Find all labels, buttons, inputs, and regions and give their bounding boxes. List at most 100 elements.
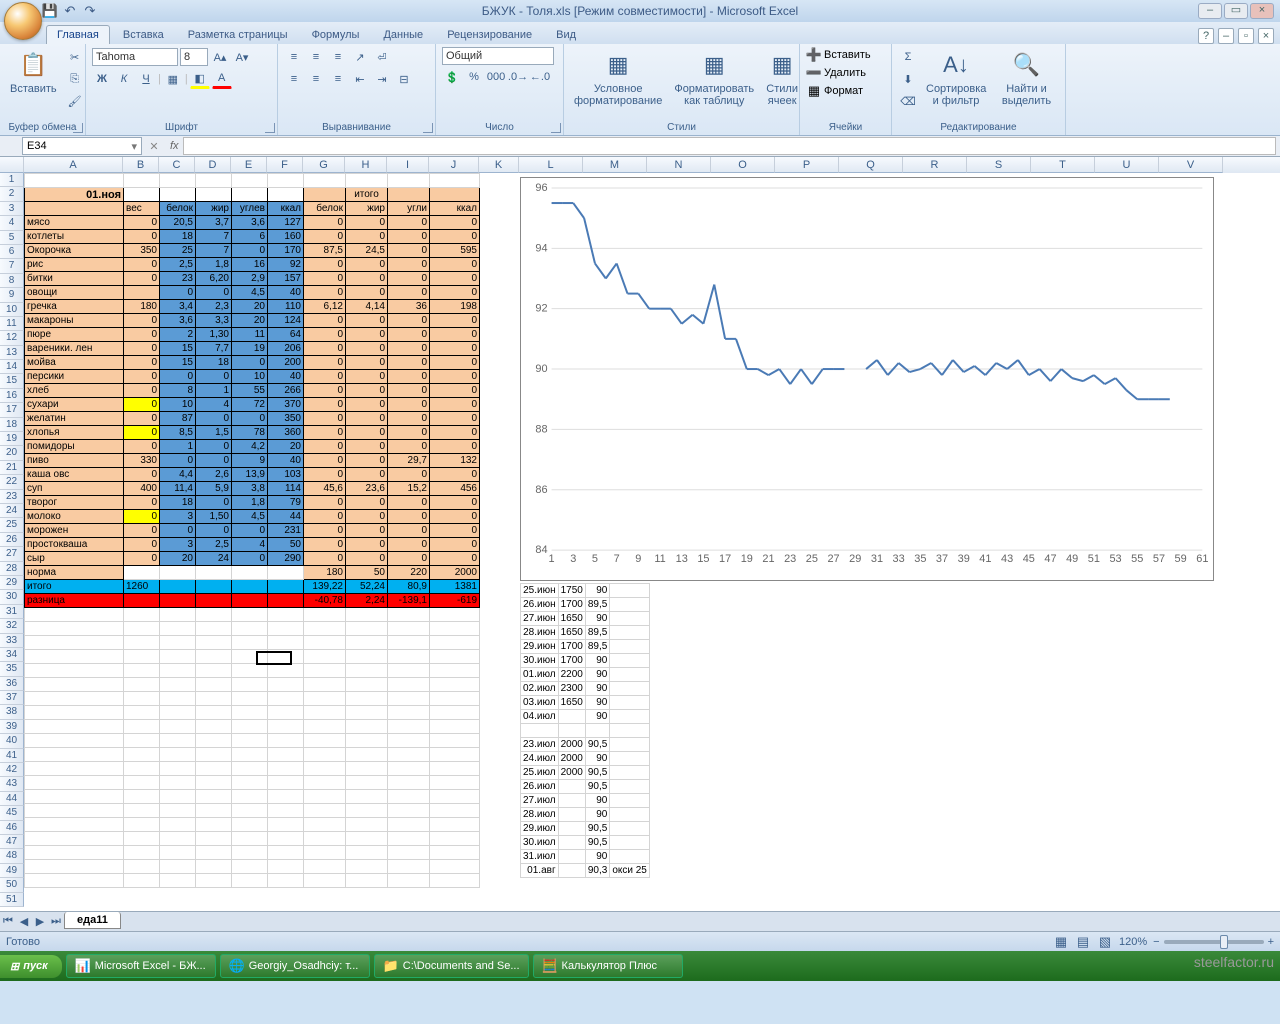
dialog-launcher-icon[interactable] [265,123,275,133]
percent-icon[interactable]: % [464,67,484,87]
sheet-tab[interactable]: еда11 [64,912,121,929]
dialog-launcher-icon[interactable] [423,123,433,133]
fx-icon[interactable]: fx [166,140,183,152]
tab-view[interactable]: Вид [545,25,587,44]
increase-indent-icon[interactable]: ⇥ [372,69,392,89]
svg-text:23: 23 [784,553,796,565]
maximize-button[interactable]: ▭ [1224,3,1248,19]
ribbon-minimize-button[interactable]: – [1218,28,1234,44]
side-table[interactable]: 25.июн17509026.июн170089,527.июн16509028… [520,583,650,878]
prev-sheet-icon[interactable]: ◀ [16,915,32,928]
comma-icon[interactable]: 000 [486,67,506,87]
start-button[interactable]: ⊞пуск [0,955,62,978]
title-bar: 💾 ↶ ↷ БЖУК - Толя.xls [Режим совместимос… [0,0,1280,22]
cancel-icon[interactable]: ✕ [142,140,166,153]
undo-icon[interactable]: ↶ [62,3,78,19]
merge-center-icon[interactable]: ⊟ [394,69,414,89]
find-select-button[interactable]: 🔍Найти и выделить [994,47,1059,109]
svg-text:31: 31 [871,553,883,565]
svg-text:13: 13 [676,553,688,565]
delete-cells-button[interactable]: ➖Удалить [806,65,866,81]
ribbon-close-button[interactable]: × [1258,28,1274,44]
first-sheet-icon[interactable]: ⏮ [0,915,16,928]
delete-icon: ➖ [806,65,822,81]
cell-styles-button[interactable]: ▦Стили ячеек [762,47,802,109]
tab-layout[interactable]: Разметка страницы [177,25,299,44]
name-box[interactable]: E34▾ [22,137,142,155]
clear-icon[interactable]: ⌫ [898,91,918,111]
font-color-icon[interactable]: A [212,69,232,89]
insert-cells-button[interactable]: ➕Вставить [806,47,871,63]
embedded-chart[interactable]: 8486889092949613579111315171921232527293… [520,177,1214,581]
dialog-launcher-icon[interactable] [73,123,83,133]
sort-filter-button[interactable]: A↓Сортировка и фильтр [922,47,990,109]
view-normal-icon[interactable]: ▦ [1053,934,1069,950]
taskbar-item[interactable]: 🧮Калькулятор Плюс [533,954,683,978]
taskbar-item[interactable]: 📁C:\Documents and Se... [374,954,529,978]
tab-review[interactable]: Рецензирование [436,25,543,44]
underline-button[interactable]: Ч [136,69,156,89]
fill-color-icon[interactable]: ◧ [190,69,210,89]
cut-icon[interactable]: ✂ [65,47,85,67]
decrease-indent-icon[interactable]: ⇤ [350,69,370,89]
align-right-icon[interactable]: ≡ [328,69,348,89]
worksheet[interactable]: ABCDEFGHIJKLMNOPQRSTUV 12345678910111213… [0,157,1280,911]
autosum-icon[interactable]: Σ [898,47,918,67]
next-sheet-icon[interactable]: ▶ [32,915,48,928]
align-center-icon[interactable]: ≡ [306,69,326,89]
minimize-button[interactable]: – [1198,3,1222,19]
conditional-formatting-button[interactable]: ▦Условное форматирование [570,47,666,109]
increase-font-icon[interactable]: A▴ [210,47,230,67]
ribbon-restore-button[interactable]: ▫ [1238,28,1254,44]
paste-button[interactable]: 📋 Вставить [6,47,61,97]
svg-text:45: 45 [1023,553,1035,565]
taskbar-item[interactable]: 🌐Georgiy_Osadhciy: т... [220,954,370,978]
format-cells-button[interactable]: ▦Формат [806,83,863,99]
decrease-decimal-icon[interactable]: ←.0 [530,67,550,87]
view-pagebreak-icon[interactable]: ▧ [1097,934,1113,950]
zoom-slider[interactable]: −+ [1153,936,1274,948]
decrease-font-icon[interactable]: A▾ [232,47,252,67]
chrome-icon: 🌐 [229,958,245,974]
last-sheet-icon[interactable]: ⏭ [48,915,64,928]
close-button[interactable]: × [1250,3,1274,19]
taskbar-item[interactable]: 📊Microsoft Excel - БЖ... [66,954,216,978]
align-left-icon[interactable]: ≡ [284,69,304,89]
svg-text:61: 61 [1196,553,1208,565]
increase-decimal-icon[interactable]: .0→ [508,67,528,87]
font-size-select[interactable]: 8 [180,48,208,66]
office-button[interactable] [4,2,42,40]
taskbar: ⊞пуск 📊Microsoft Excel - БЖ... 🌐Georgiy_… [0,951,1280,981]
number-format-select[interactable]: Общий [442,47,554,65]
bold-button[interactable]: Ж [92,69,112,89]
fill-icon[interactable]: ⬇ [898,69,918,89]
svg-text:9: 9 [635,553,641,565]
sort-icon: A↓ [940,49,972,81]
copy-icon[interactable]: ⎘ [65,69,85,89]
tab-formulas[interactable]: Формулы [301,25,371,44]
help-icon[interactable]: ? [1198,28,1214,44]
border-icon[interactable]: ▦ [163,69,183,89]
orientation-icon[interactable]: ↗ [350,47,370,67]
formula-bar[interactable] [183,137,1276,155]
view-layout-icon[interactable]: ▤ [1075,934,1091,950]
save-icon[interactable]: 💾 [42,3,58,19]
svg-text:5: 5 [592,553,598,565]
data-table[interactable]: 01.нояитоговесбелокжируглевккалбелокжиру… [24,173,480,888]
quick-access-toolbar: 💾 ↶ ↷ [42,3,98,19]
tab-insert[interactable]: Вставка [112,25,175,44]
align-middle-icon[interactable]: ≡ [306,47,326,67]
align-bottom-icon[interactable]: ≡ [328,47,348,67]
svg-text:53: 53 [1109,553,1121,565]
format-as-table-button[interactable]: ▦Форматировать как таблицу [670,47,758,109]
dialog-launcher-icon[interactable] [551,123,561,133]
format-painter-icon[interactable]: 🖌 [65,91,85,111]
currency-icon[interactable]: 💲 [442,67,462,87]
align-top-icon[interactable]: ≡ [284,47,304,67]
tab-home[interactable]: Главная [46,25,110,44]
font-name-select[interactable]: Tahoma [92,48,178,66]
wrap-text-icon[interactable]: ⏎ [372,47,392,67]
tab-data[interactable]: Данные [372,25,434,44]
italic-button[interactable]: К [114,69,134,89]
redo-icon[interactable]: ↷ [82,3,98,19]
